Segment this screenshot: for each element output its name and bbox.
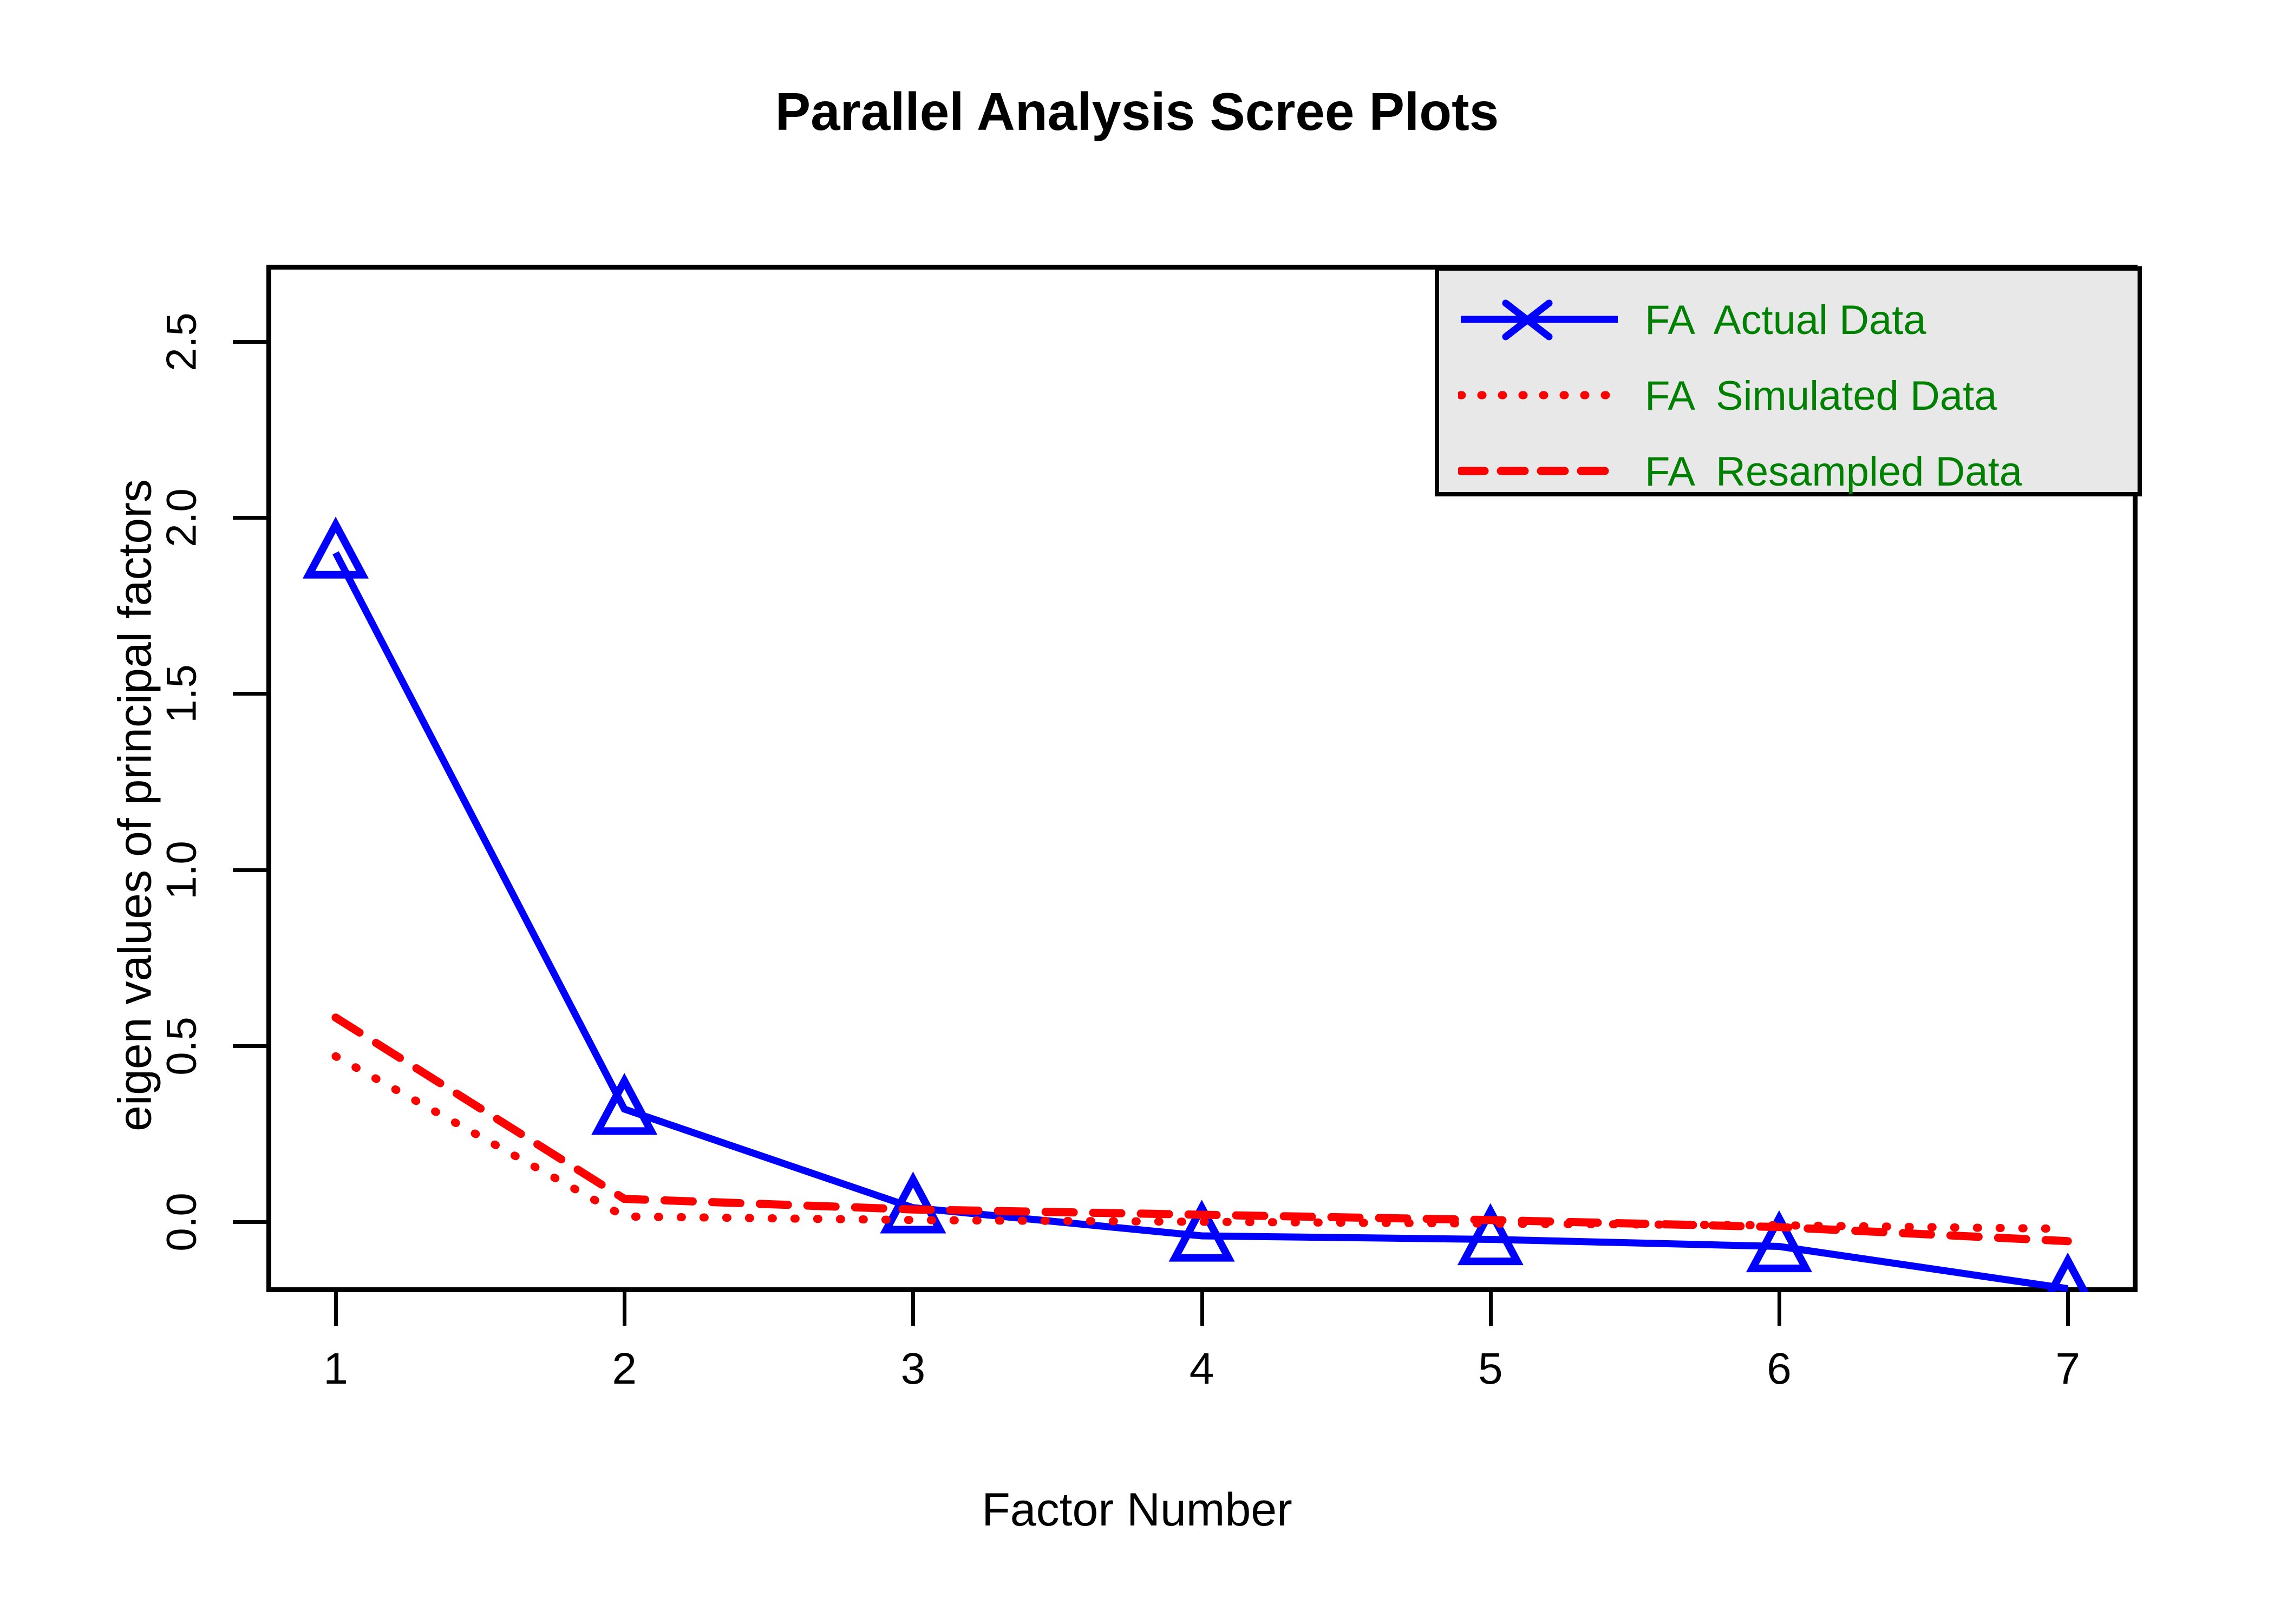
legend-item-resampled[interactable]: FA Resampled Data	[1439, 445, 2138, 515]
y-axis-tick-label: 1.5	[157, 629, 206, 759]
y-axis-tick-label: 0.5	[157, 981, 206, 1111]
scree-plot-figure: Parallel Analysis Scree Plots eigen valu…	[0, 0, 2274, 1624]
legend-label-simulated: FA Simulated Data	[1645, 372, 1997, 420]
y-axis-tick	[233, 868, 266, 872]
x-axis-tick-label: 1	[282, 1344, 390, 1394]
x-axis-tick	[1489, 1292, 1493, 1326]
x-axis-tick-label: 4	[1148, 1344, 1256, 1394]
x-axis-tick	[911, 1292, 915, 1326]
legend-key-red-dotted-icon	[1458, 369, 1620, 421]
x-axis-tick-label: 3	[859, 1344, 967, 1394]
x-axis-tick-label: 5	[1436, 1344, 1545, 1394]
x-axis-tick-label: 2	[570, 1344, 678, 1394]
x-axis-tick	[623, 1292, 626, 1326]
y-axis-tick-label: 2.0	[157, 453, 206, 583]
y-axis-tick	[233, 340, 266, 344]
x-axis-tick-label: 6	[1725, 1344, 1833, 1394]
y-axis-tick	[233, 1220, 266, 1224]
x-axis-title: Factor Number	[0, 1483, 2274, 1537]
x-axis-tick	[2066, 1292, 2070, 1326]
y-axis-tick	[233, 1044, 266, 1048]
x-axis-tick	[1778, 1292, 1781, 1326]
x-axis-tick-label: 7	[2014, 1344, 2122, 1394]
y-axis-tick-label: 0.0	[157, 1157, 206, 1287]
legend-key-blue-solid-x-icon	[1458, 293, 1620, 345]
legend-item-simulated[interactable]: FA Simulated Data	[1439, 369, 2138, 440]
page-title: Parallel Analysis Scree Plots	[0, 81, 2274, 142]
legend-label-resampled: FA Resampled Data	[1645, 448, 2022, 495]
y-axis-tick-label: 2.5	[157, 277, 206, 407]
legend-item-actual[interactable]: FA Actual Data	[1439, 293, 2138, 364]
y-axis-tick	[233, 516, 266, 520]
x-axis-tick	[1200, 1292, 1204, 1326]
legend-label-actual: FA Actual Data	[1645, 297, 1926, 344]
y-axis-title: eigen values of principal factors	[109, 291, 162, 1320]
legend-key-red-dashed-icon	[1458, 445, 1620, 497]
y-axis-tick	[233, 692, 266, 696]
x-axis-tick	[334, 1292, 338, 1326]
y-axis-tick-label: 1.0	[157, 805, 206, 935]
legend: FA Actual Data FA Simulated Data FA Resa…	[1435, 266, 2142, 496]
